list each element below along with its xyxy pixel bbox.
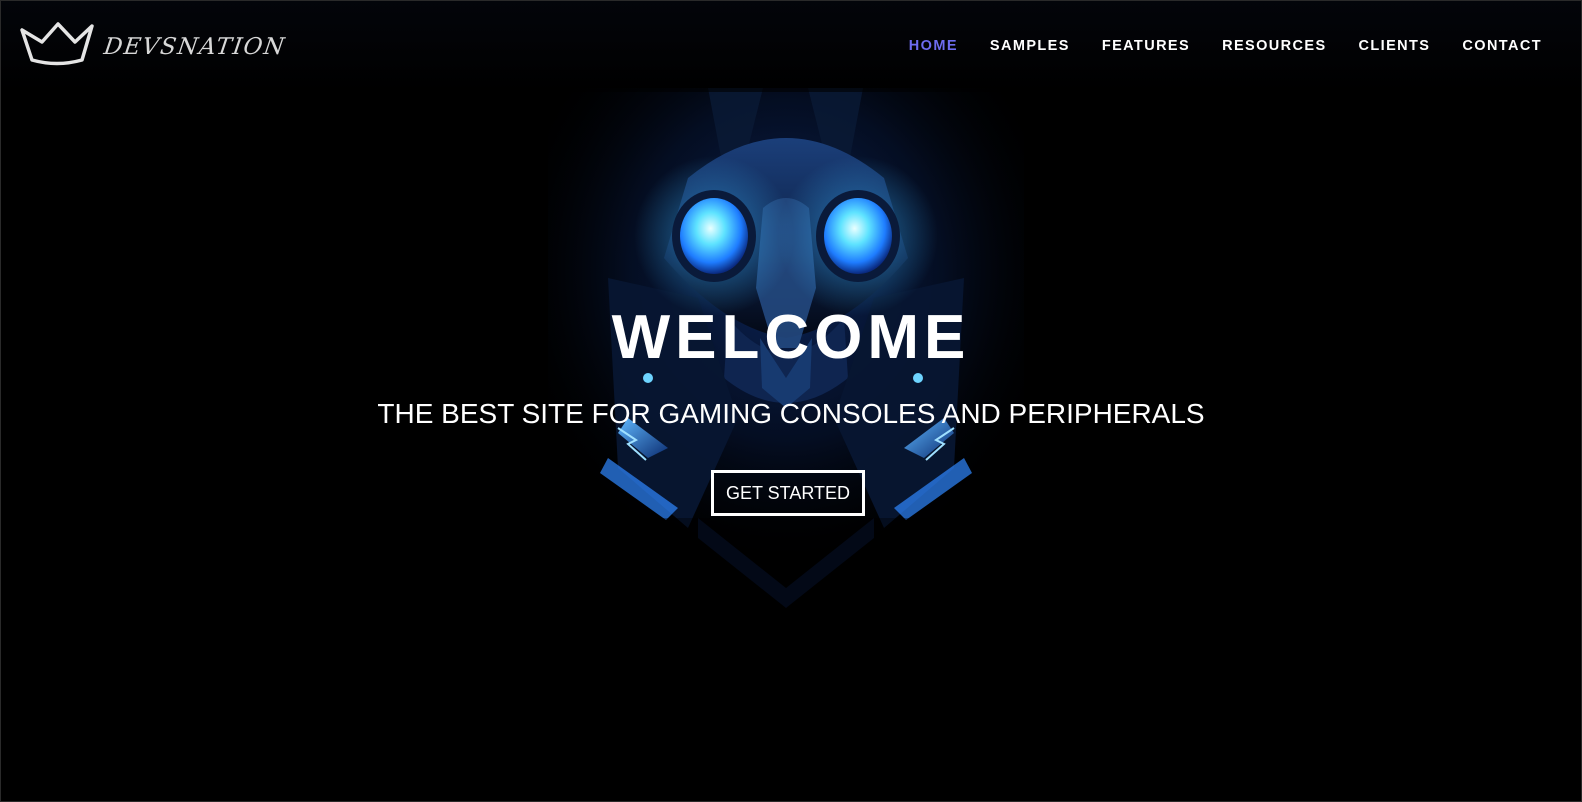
hero-subtitle: THE BEST SITE FOR GAMING CONSOLES AND PE…: [377, 398, 1205, 429]
hero-title: WELCOME: [611, 303, 971, 372]
crown-icon: [18, 20, 96, 73]
nav-item-features[interactable]: FEATURES: [1102, 38, 1190, 54]
nav-item-clients[interactable]: CLIENTS: [1359, 38, 1431, 54]
nav-item-home[interactable]: HOME: [909, 38, 958, 54]
nav-item-samples[interactable]: SAMPLES: [990, 38, 1070, 54]
page: DEVSNATION HOME SAMPLES FEATURES RESOURC…: [0, 0, 1582, 802]
nav-item-contact[interactable]: CONTACT: [1462, 38, 1542, 54]
brand-name: DEVSNATION: [102, 33, 288, 60]
nav-item-resources[interactable]: RESOURCES: [1222, 38, 1326, 54]
main-nav: HOME SAMPLES FEATURES RESOURCES CLIENTS …: [877, 38, 1542, 54]
brand-logo[interactable]: DEVSNATION: [18, 20, 288, 73]
site-header: DEVSNATION HOME SAMPLES FEATURES RESOURC…: [0, 0, 1582, 92]
get-started-button[interactable]: GET STARTED: [711, 470, 865, 516]
